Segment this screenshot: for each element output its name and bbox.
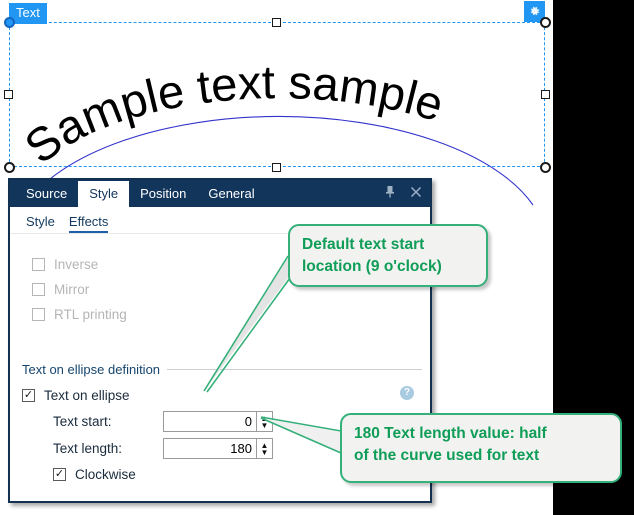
callout-1-line-2: location (9 o'clock): [302, 258, 442, 275]
callout-2-line-1: 180 Text length value: half: [354, 425, 547, 442]
screen-root: Sample text sample Sample text sample Te…: [0, 0, 634, 515]
callout-2-line-2: of the curve used for text: [354, 447, 540, 464]
callout-1-line-1: Default text start: [302, 236, 425, 253]
callout-default-text-start: Default text start location (9 o'clock): [288, 224, 488, 287]
callout-text-length-value: 180 Text length value: half of the curve…: [340, 413, 622, 483]
